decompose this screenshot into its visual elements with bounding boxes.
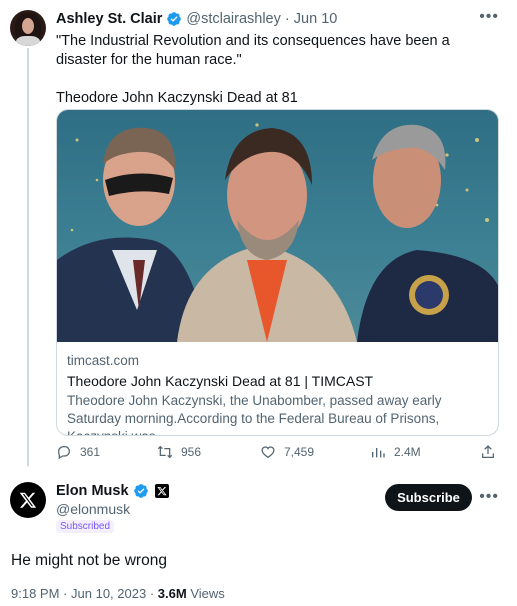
main-tweet: Elon Musk @elonmusk Subscribed Subscribe…	[0, 470, 517, 606]
views-label: Views	[190, 586, 225, 601]
reply-button[interactable]: 361	[56, 444, 100, 460]
tweet-meta: 9:18 PM · Jun 10, 2023 · 3.6M Views	[11, 586, 225, 601]
x-logo-icon	[19, 492, 37, 508]
repost-count: 956	[181, 445, 202, 459]
tweet-text-line: "The Industrial Revolution and its conse…	[56, 33, 450, 68]
link-card-description: Theodore John Kaczynski, the Unabomber, …	[67, 393, 442, 435]
heart-icon	[261, 446, 275, 459]
subscribed-badge: Subscribed	[56, 520, 115, 533]
like-button[interactable]: 7,459	[260, 444, 314, 460]
avatar-face	[22, 18, 34, 34]
avatar[interactable]	[10, 10, 46, 46]
reply-icon	[58, 446, 70, 460]
more-icon[interactable]: •••	[479, 8, 499, 26]
author-name[interactable]: Elon Musk	[56, 483, 129, 499]
link-card-text[interactable]: timcast.com Theodore John Kaczynski Dead…	[67, 352, 492, 435]
link-card-title: Theodore John Kaczynski Dead at 81 | TIM…	[67, 373, 374, 389]
x-affiliation-icon[interactable]	[154, 484, 169, 498]
share-button[interactable]	[480, 444, 496, 460]
repost-icon	[157, 445, 173, 459]
separator-dot: ·	[149, 586, 155, 601]
link-card-domain: timcast.com	[67, 353, 140, 368]
views-button[interactable]: 2.4M	[370, 444, 421, 460]
tweet-text: "The Industrial Revolution and its conse…	[56, 32, 496, 108]
tweet-text: He might not be wrong	[11, 552, 167, 569]
author-handle[interactable]: @stclairashley	[186, 11, 281, 27]
separator-dot: ·	[63, 586, 68, 601]
avatar-shirt	[16, 36, 40, 46]
more-icon[interactable]: •••	[479, 488, 499, 506]
tweet-date[interactable]: Jun 10	[294, 11, 338, 27]
tweet-text-line: Theodore John Kaczynski Dead at 81	[56, 90, 298, 106]
author-handle[interactable]: @elonmusk	[56, 501, 130, 517]
reply-count: 361	[80, 445, 101, 459]
parent-tweet[interactable]: Ashley St. Clair @stclairashley · Jun 10…	[0, 0, 517, 470]
author-name[interactable]: Ashley St. Clair	[56, 11, 162, 27]
views-icon	[372, 448, 385, 458]
link-card[interactable]: timcast.com Theodore John Kaczynski Dead…	[56, 109, 499, 436]
verified-badge-icon	[133, 484, 148, 498]
link-card-image[interactable]	[57, 110, 498, 342]
repost-button[interactable]: 956	[157, 444, 201, 460]
subscribe-button[interactable]: Subscribe	[385, 484, 472, 511]
tweet-date[interactable]: Jun 10, 2023	[71, 586, 146, 601]
separator-dot: ·	[284, 11, 290, 27]
views-count: 2.4M	[394, 445, 421, 459]
photo-illustration	[57, 123, 498, 342]
share-icon	[482, 445, 494, 458]
author-name-row: Elon Musk	[56, 483, 169, 499]
verified-badge-icon	[167, 12, 182, 26]
action-bar: 361 956 7,459 2.4M	[56, 444, 496, 466]
avatar[interactable]	[10, 482, 46, 518]
like-count: 7,459	[284, 445, 315, 459]
tweet-header: Ashley St. Clair @stclairashley · Jun 10	[56, 11, 337, 27]
tweet-time[interactable]: 9:18 PM	[11, 586, 59, 601]
views-count: 3.6M	[157, 586, 187, 601]
